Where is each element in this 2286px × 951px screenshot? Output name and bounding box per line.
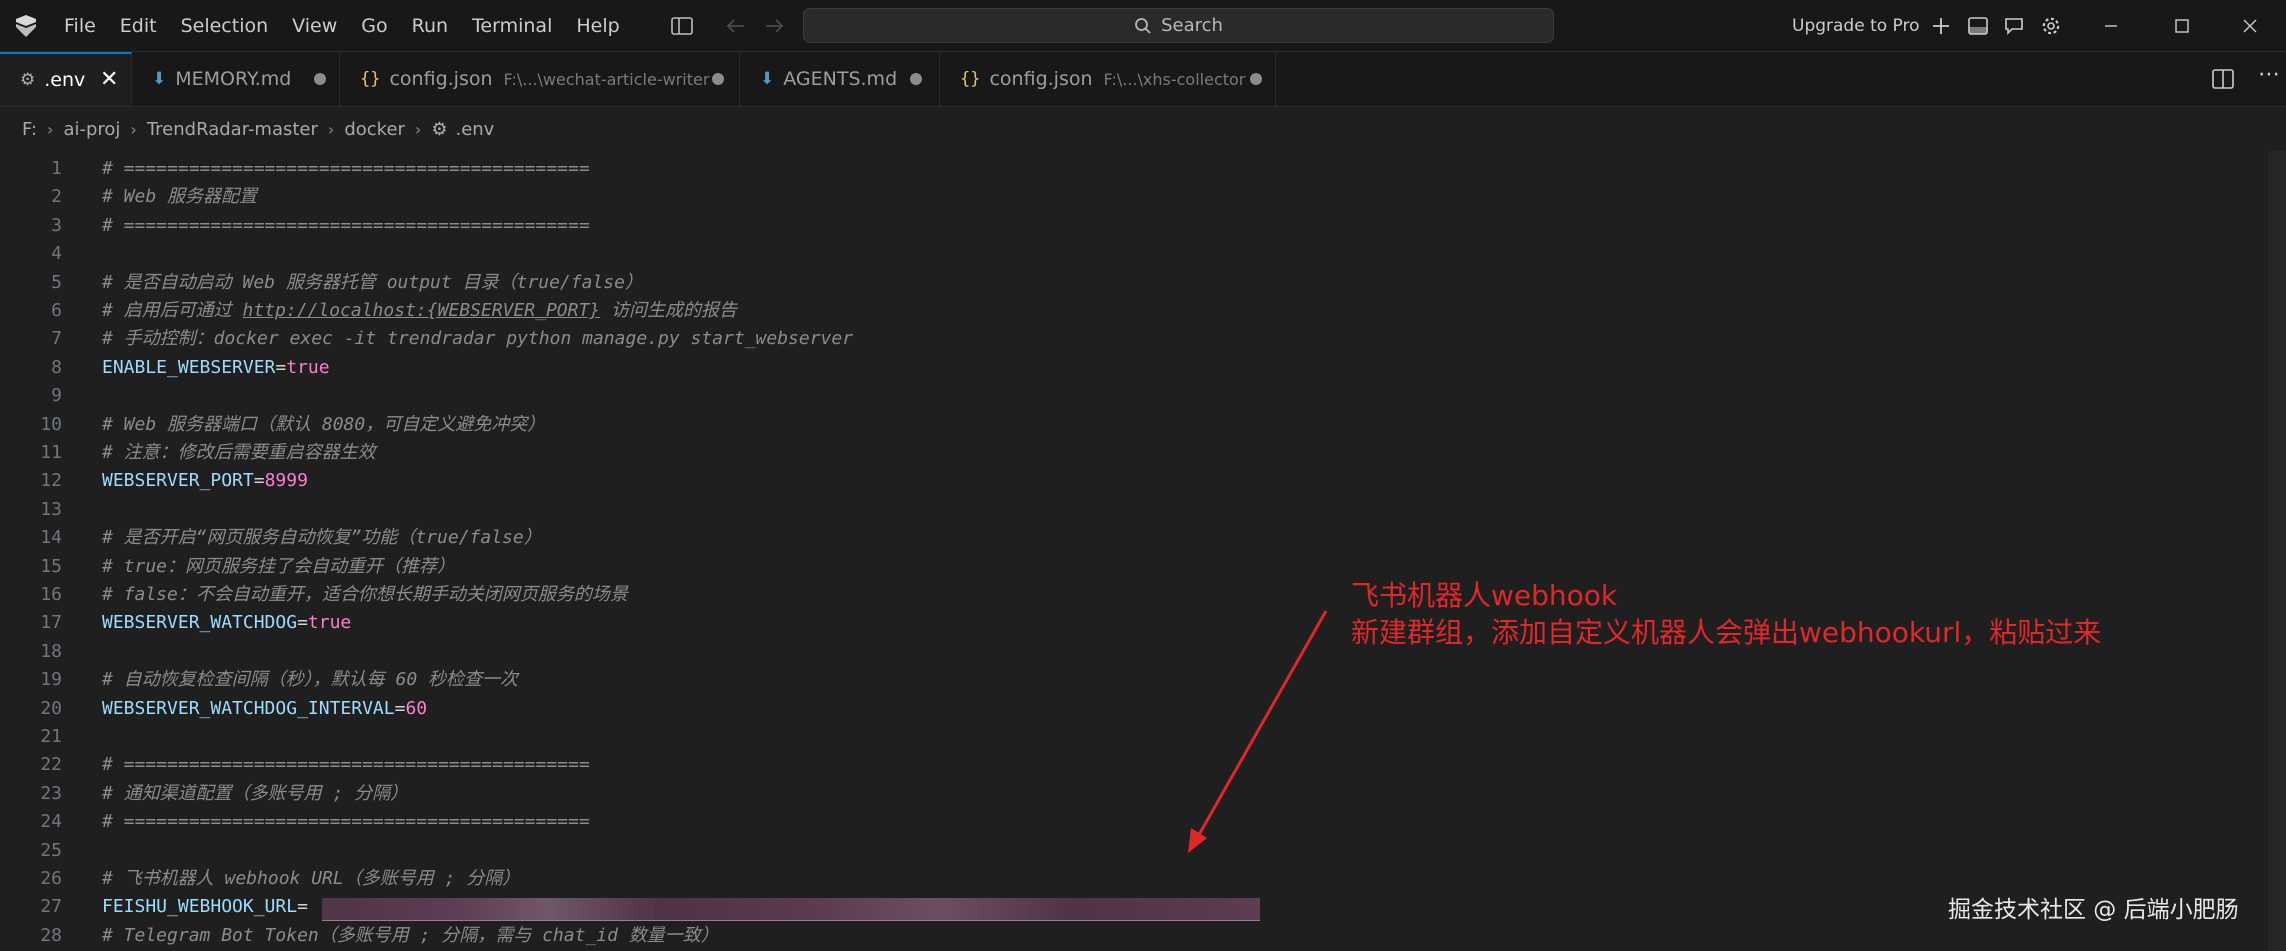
annotation-arrow	[1188, 610, 1328, 853]
watermark: 掘金技术社区 @ 后端小肥肠	[1948, 897, 2239, 923]
annotation-note: 新建群组，添加自定义机器人会弹出webhookurl，粘贴过来	[1351, 616, 2102, 649]
annotation-title: 飞书机器人webhook	[1351, 579, 1618, 612]
